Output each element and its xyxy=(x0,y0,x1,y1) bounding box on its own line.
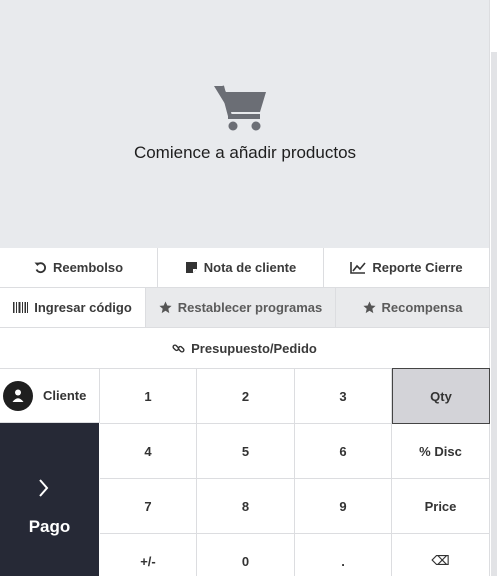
chevron-right-icon xyxy=(39,479,49,497)
chart-line-icon xyxy=(350,261,366,274)
numpad-key-9[interactable]: 9 xyxy=(295,479,392,534)
refund-label: Reembolso xyxy=(52,260,124,275)
barcode-icon xyxy=(13,302,29,313)
product-screen-empty: Comience a añadir productos xyxy=(0,0,490,248)
closing-report-label: Reporte Cierre xyxy=(372,260,463,275)
customer-note-button[interactable]: Nota de cliente xyxy=(158,248,324,288)
numpad-mode-qty[interactable]: Qty xyxy=(392,368,490,424)
numpad-key-8[interactable]: 8 xyxy=(197,479,295,534)
link-icon xyxy=(172,342,185,355)
numpad-key-1[interactable]: 1 xyxy=(100,369,197,424)
payment-button[interactable]: Pago xyxy=(0,423,99,576)
star-icon xyxy=(159,301,172,314)
enter-code-button[interactable]: Ingresar código xyxy=(0,288,146,328)
numpad-mode-discount[interactable]: % Disc xyxy=(392,424,490,479)
closing-report-button[interactable]: Reporte Cierre xyxy=(324,248,490,288)
reward-label: Recompensa xyxy=(381,300,463,315)
numpad-key-5[interactable]: 5 xyxy=(197,424,295,479)
quotation-order-button[interactable]: Presupuesto/Pedido xyxy=(0,328,490,369)
customer-label: Cliente xyxy=(43,388,87,403)
empty-state-message: Comience a añadir productos xyxy=(133,143,357,162)
numpad-key-plus-minus[interactable]: +/- xyxy=(100,534,197,576)
numpad-key-2[interactable]: 2 xyxy=(197,369,295,424)
customer-button[interactable]: Cliente xyxy=(0,369,100,423)
reward-button[interactable]: Recompensa xyxy=(336,288,490,328)
refund-button[interactable]: Reembolso xyxy=(0,248,158,288)
star-icon xyxy=(362,301,376,314)
numpad-key-6[interactable]: 6 xyxy=(295,424,392,479)
customer-note-label: Nota de cliente xyxy=(203,260,297,275)
numpad-key-0[interactable]: 0 xyxy=(197,534,295,576)
numpad-key-decimal[interactable]: . xyxy=(295,534,392,576)
payment-label: Pago xyxy=(28,517,71,536)
scrollbar[interactable] xyxy=(490,0,497,576)
scrollbar-track[interactable] xyxy=(491,52,497,576)
shopping-cart-icon xyxy=(214,85,266,131)
reset-programs-button[interactable]: Restablecer programas xyxy=(146,288,336,328)
numpad-key-7[interactable]: 7 xyxy=(100,479,197,534)
enter-code-label: Ingresar código xyxy=(34,300,132,315)
quotation-order-label: Presupuesto/Pedido xyxy=(191,340,317,356)
numpad-key-3[interactable]: 3 xyxy=(295,369,392,424)
numpad-mode-price[interactable]: Price xyxy=(392,479,490,534)
undo-icon xyxy=(34,261,47,274)
numpad-backspace-key[interactable]: ⌫ xyxy=(392,534,490,576)
reset-programs-label: Restablecer programas xyxy=(177,300,323,315)
note-icon xyxy=(185,261,198,274)
user-icon xyxy=(3,380,33,411)
numpad-key-4[interactable]: 4 xyxy=(100,424,197,479)
